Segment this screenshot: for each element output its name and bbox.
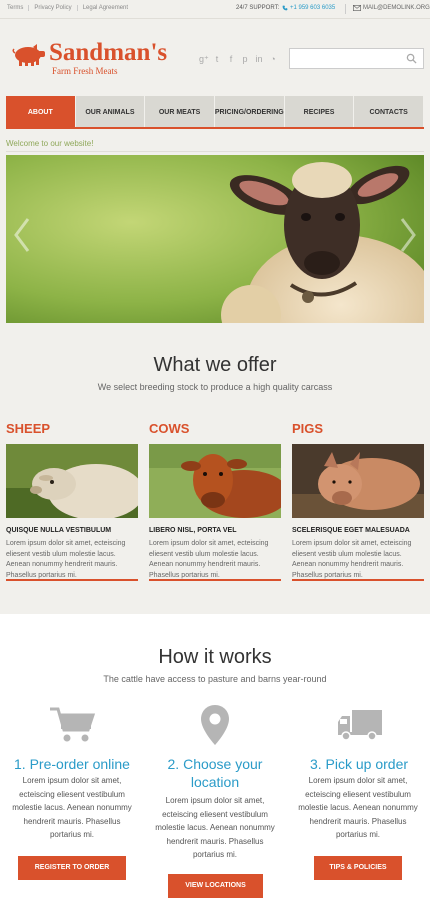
- tab-our-meats[interactable]: Our Meats: [145, 96, 215, 127]
- step-1-body: Lorem ipsum dolor sit amet, ecteiscing e…: [12, 776, 132, 839]
- slider-prev-arrow[interactable]: [12, 215, 32, 255]
- top-bar: Terms Privacy Policy Legal Agreement 24/…: [0, 0, 430, 19]
- offer-item-cows: Cows Libero nisl, porta vel Lorem ipsum …: [149, 421, 281, 581]
- view-locations-button[interactable]: View locations: [168, 874, 263, 898]
- hero-slider: [6, 155, 424, 323]
- offer-heading[interactable]: Cows: [149, 421, 281, 436]
- offer-heading[interactable]: Sheep: [6, 421, 138, 436]
- slider-next-arrow[interactable]: [398, 215, 418, 255]
- how-it-works-section: How it works The cattle have access to p…: [0, 614, 430, 900]
- offer-body: Lorem ipsum dolor sit amet, ecteiscing e…: [6, 540, 126, 579]
- tab-our-animals[interactable]: Our Animals: [75, 96, 146, 127]
- logo-name: Sandman's: [49, 39, 168, 66]
- terms-link[interactable]: Terms: [7, 5, 30, 11]
- step-3-title: 3. Pick up order: [309, 756, 409, 772]
- offer-heading[interactable]: Pigs: [292, 421, 424, 436]
- site-logo[interactable]: Sandman's Farm Fresh Meats: [11, 39, 168, 76]
- search-icon[interactable]: [406, 53, 417, 64]
- pinterest-icon[interactable]: p: [241, 54, 249, 65]
- divider: [6, 151, 424, 152]
- top-divider: [345, 4, 346, 14]
- step-2-title: 2. Choose your location: [167, 756, 263, 790]
- location-pin-icon: [201, 705, 229, 745]
- pig-image[interactable]: [292, 444, 424, 518]
- mail-address: MAIL@DEMOLINK.ORG: [363, 5, 430, 11]
- tab-recipes[interactable]: Recipes: [284, 96, 355, 127]
- facebook-icon[interactable]: f: [227, 54, 235, 65]
- shopping-cart-icon: [50, 707, 96, 742]
- offer-item-sheep: Sheep Quisque nulla vestibulum Lorem ips…: [6, 421, 138, 581]
- twitter-icon[interactable]: t: [213, 54, 221, 65]
- tab-contacts[interactable]: Contacts: [354, 96, 424, 127]
- rss-icon[interactable]: ◔: [269, 54, 277, 65]
- privacy-policy-link[interactable]: Privacy Policy: [29, 5, 78, 11]
- linkedin-icon[interactable]: in: [255, 54, 263, 65]
- search-box: [289, 48, 424, 69]
- sheep-image[interactable]: [6, 444, 138, 518]
- divider: [149, 579, 281, 581]
- how-title: How it works: [158, 646, 272, 668]
- offer-item-pigs: Pigs Scelerisque eget malesuada Lorem ip…: [292, 421, 424, 581]
- divider: [292, 579, 424, 581]
- google-plus-icon[interactable]: g⁺: [199, 54, 209, 65]
- phone-number: +1 959 603 6035: [290, 5, 336, 11]
- sheep-photo: [6, 155, 424, 323]
- step-2-body: Lorem ipsum dolor sit amet, ecteiscing e…: [155, 796, 275, 859]
- cow-image[interactable]: [149, 444, 281, 518]
- tab-pricing-ordering[interactable]: Pricing/Ordering: [214, 96, 285, 127]
- social-links: g⁺ t f p in ◔: [199, 54, 277, 65]
- offer-subheading: Scelerisque eget malesuada: [292, 527, 410, 534]
- top-links: Terms Privacy Policy Legal Agreement: [7, 5, 133, 11]
- offer-body: Lorem ipsum dolor sit amet, ecteiscing e…: [292, 540, 412, 579]
- support-label: 24/7 SUPPORT:: [236, 5, 280, 11]
- phone-icon: [282, 5, 288, 11]
- step-3-body: Lorem ipsum dolor sit amet, ecteiscing e…: [298, 776, 418, 839]
- mail-contact[interactable]: MAIL@DEMOLINK.ORG: [353, 5, 430, 11]
- delivery-truck-icon: [338, 710, 382, 741]
- search-input[interactable]: [290, 50, 400, 69]
- welcome-text: Welcome to our website!: [6, 139, 94, 148]
- legal-agreement-link[interactable]: Legal Agreement: [78, 5, 133, 11]
- divider: [6, 579, 138, 581]
- how-subtitle: The cattle have access to pasture and ba…: [103, 674, 327, 684]
- offer-subtitle: We select breeding stock to produce a hi…: [97, 382, 333, 392]
- mail-icon: [353, 5, 361, 11]
- offer-body: Lorem ipsum dolor sit amet, ecteiscing e…: [149, 540, 269, 579]
- pig-logo-icon: [12, 44, 45, 66]
- step-1-title: 1. Pre-order online: [14, 756, 130, 772]
- offer-subheading: Quisque nulla vestibulum: [6, 527, 112, 534]
- main-nav: About Our Animals Our Meats Pricing/Orde…: [6, 96, 424, 129]
- offer-title: What we offer: [153, 354, 277, 376]
- tab-about[interactable]: About: [6, 96, 76, 127]
- tips-and-policies-button[interactable]: Tips & policies: [314, 856, 402, 880]
- phone-contact[interactable]: +1 959 603 6035: [282, 5, 335, 11]
- offer-subheading: Libero nisl, porta vel: [149, 527, 237, 534]
- register-to-order-button[interactable]: Register to order: [18, 856, 126, 880]
- logo-tagline: Farm Fresh Meats: [52, 66, 118, 76]
